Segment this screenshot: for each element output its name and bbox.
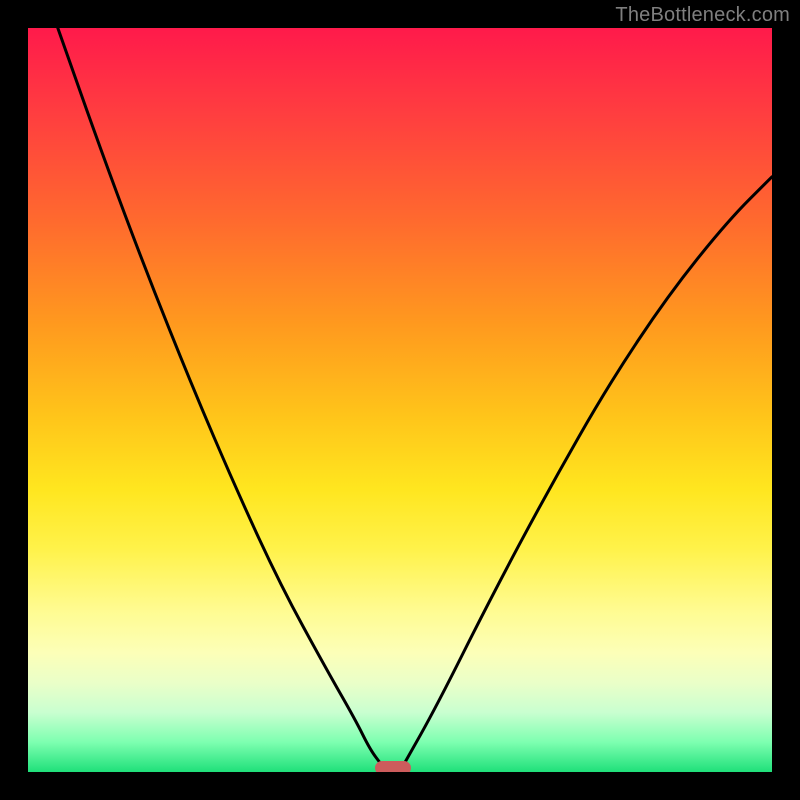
right-curve bbox=[404, 177, 772, 765]
curve-layer bbox=[28, 28, 772, 772]
bottleneck-marker bbox=[375, 761, 411, 772]
watermark-text: TheBottleneck.com bbox=[615, 4, 790, 27]
left-curve bbox=[58, 28, 382, 765]
plot-area bbox=[28, 28, 772, 772]
